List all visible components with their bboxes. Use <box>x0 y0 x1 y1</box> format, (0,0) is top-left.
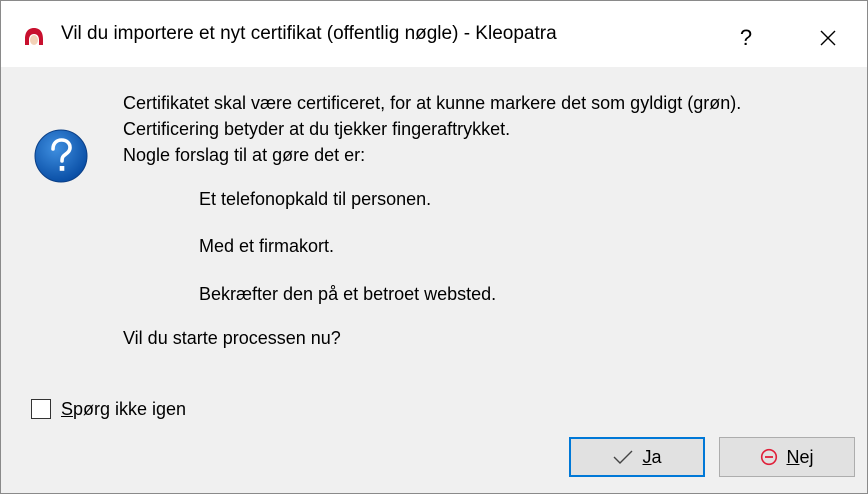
dont-ask-again-option[interactable]: Spørg ikke igen <box>31 397 186 421</box>
checkmark-icon <box>613 450 633 464</box>
dialog-window: Vil du importere et nyt certifikat (offe… <box>0 0 868 494</box>
yes-label: Ja <box>642 447 661 468</box>
label-text: ej <box>799 446 814 467</box>
label-text: a <box>651 446 662 467</box>
suggestion-item: Med et firmakort. <box>199 236 335 256</box>
question-text: Vil du starte processen nu? <box>123 328 341 348</box>
window-title: Vil du importere et nyt certifikat (offe… <box>61 23 557 44</box>
close-button[interactable] <box>801 19 855 57</box>
yes-button[interactable]: Ja <box>569 437 705 477</box>
no-label: Nej <box>786 447 813 468</box>
mnemonic-letter: N <box>786 446 800 467</box>
help-button[interactable]: ? <box>719 19 773 57</box>
title-bar: Vil du importere et nyt certifikat (offe… <box>1 1 867 67</box>
no-button[interactable]: Nej <box>719 437 855 477</box>
suggestion-item: Et telefonopkald til personen. <box>199 189 432 209</box>
dont-ask-again-label[interactable]: Spørg ikke igen <box>61 399 186 420</box>
close-icon <box>820 30 836 46</box>
message-line-3: Nogle forslag til at gøre det er: <box>123 145 366 165</box>
dont-ask-again-checkbox[interactable] <box>31 399 51 419</box>
kleopatra-app-icon <box>25 28 43 45</box>
label-text: pørg ikke igen <box>73 398 187 419</box>
suggestion-item: Bekræfter den på et betroet websted. <box>199 284 497 304</box>
mnemonic-letter: S <box>61 398 74 419</box>
message-line-1: Certifikatet skal være certificeret, for… <box>123 93 742 113</box>
message-line-2: Certificering betyder at du tjekker fing… <box>123 119 511 139</box>
question-icon <box>34 129 88 183</box>
cancel-circle-icon <box>761 448 778 466</box>
